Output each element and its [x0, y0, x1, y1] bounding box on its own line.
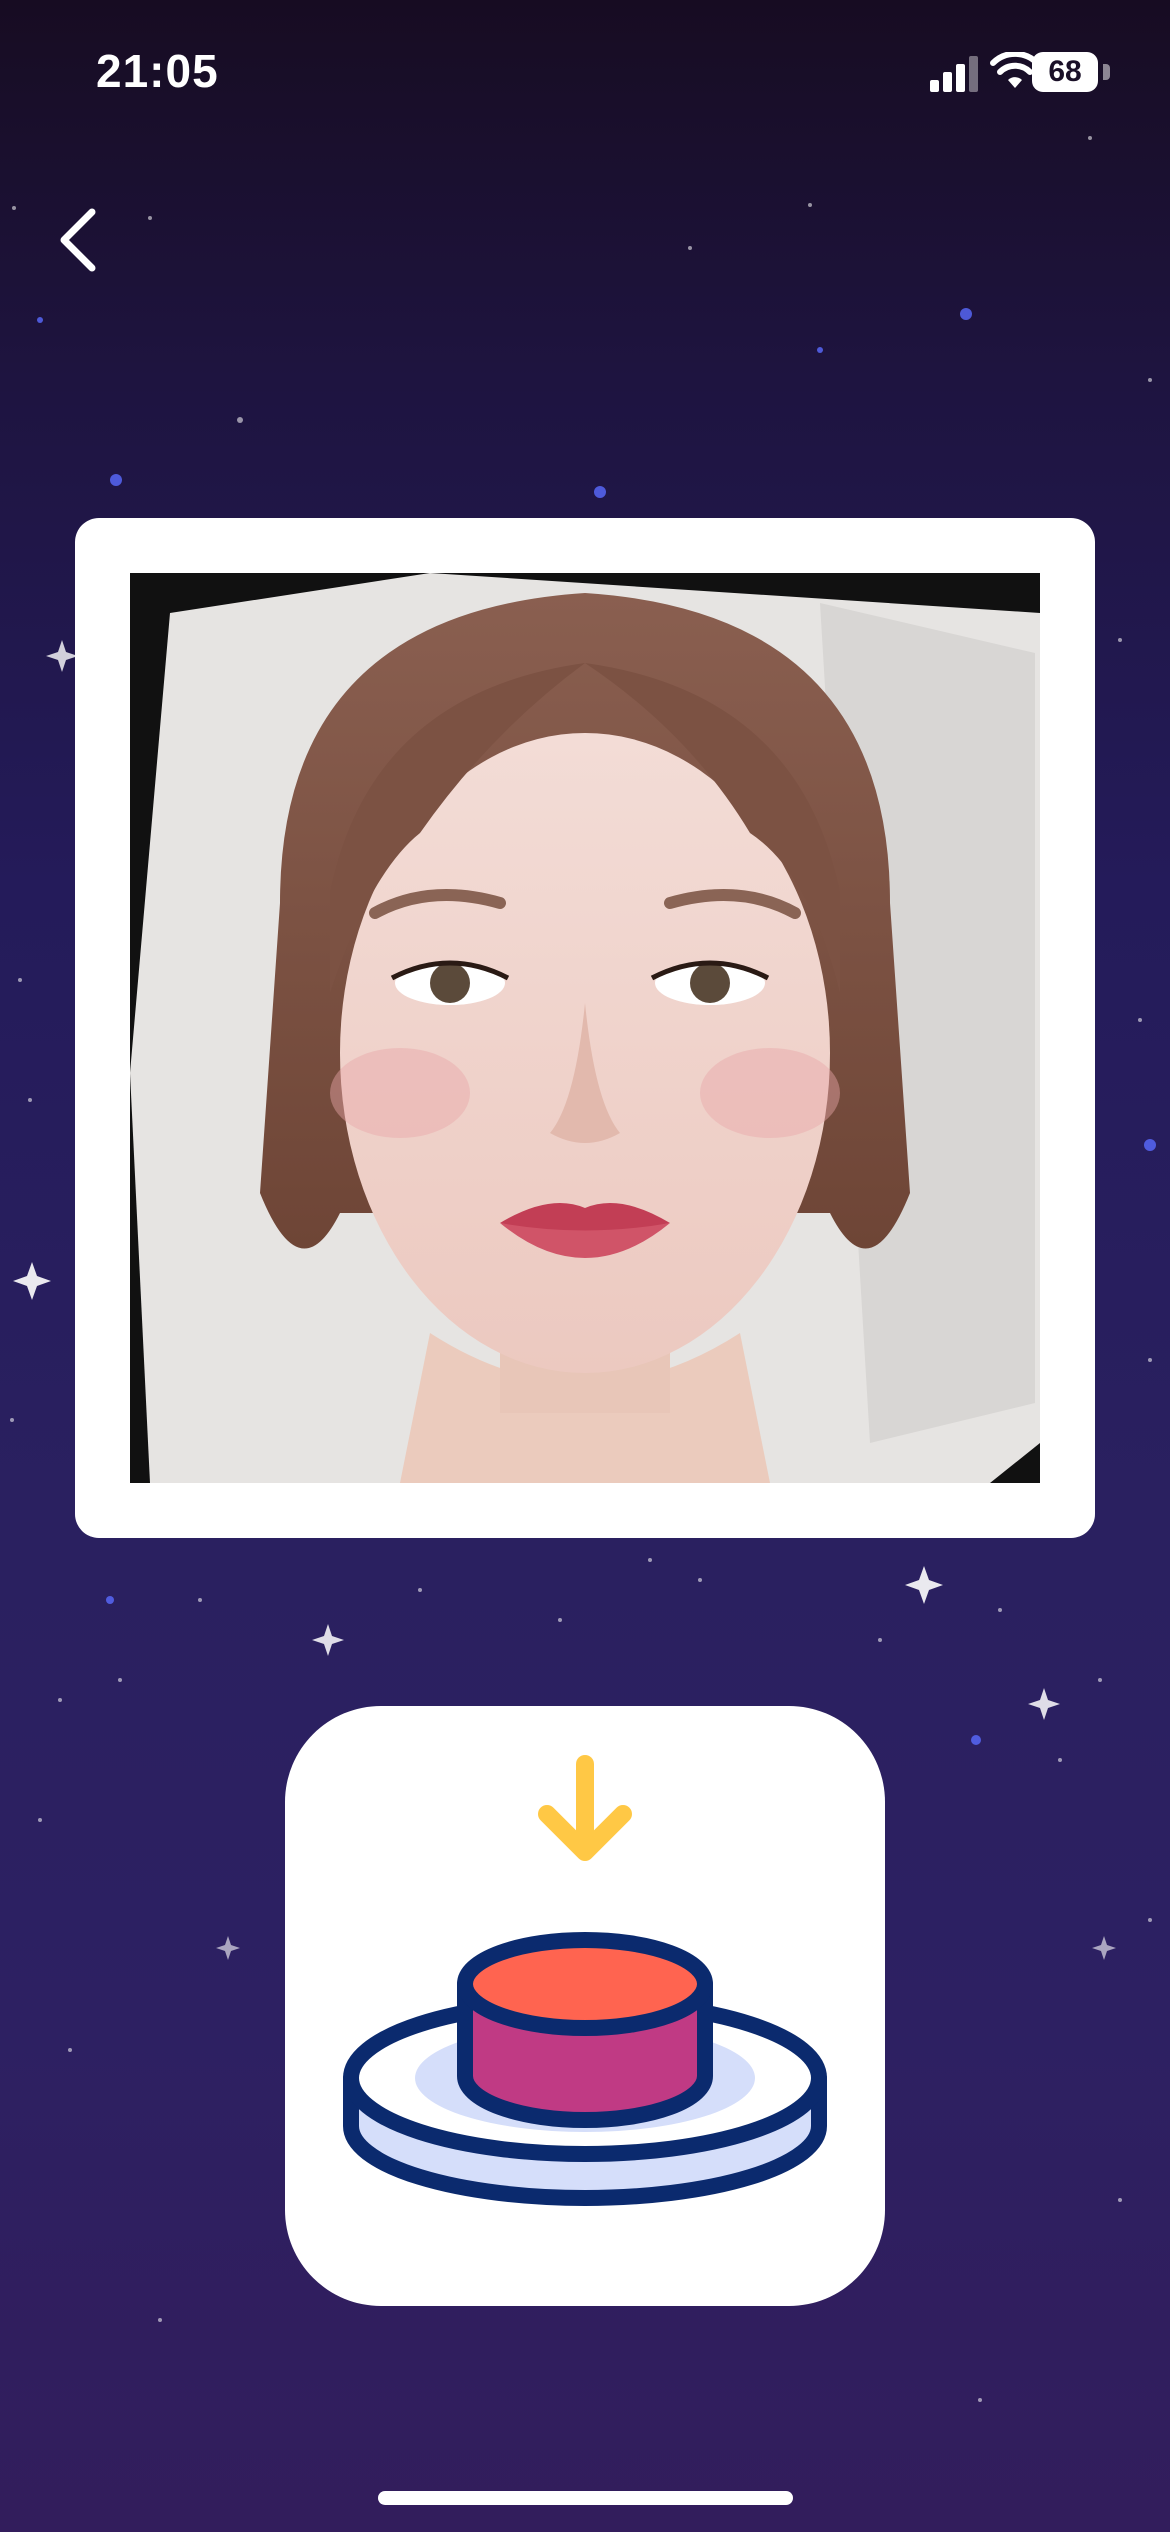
- arrow-down-icon: [538, 1755, 632, 1861]
- home-indicator[interactable]: [378, 2491, 793, 2505]
- press-button-icon: [343, 1755, 827, 2206]
- battery-tip: [1103, 64, 1110, 80]
- screen: 21:05 68: [0, 0, 1170, 2532]
- photo-frame: [75, 518, 1095, 1538]
- status-time: 21:05: [96, 45, 219, 97]
- press-button-card[interactable]: [285, 1706, 885, 2306]
- battery-indicator: 68: [1032, 52, 1098, 92]
- portrait-image: [130, 573, 1040, 1483]
- chevron-left-icon: [60, 208, 96, 272]
- cellular-signal-icon: [930, 56, 978, 92]
- back-button[interactable]: [48, 200, 118, 280]
- portrait-photo: [130, 573, 1040, 1483]
- status-bar: 21:05 68: [0, 0, 1170, 150]
- status-icons: 68: [890, 52, 1110, 96]
